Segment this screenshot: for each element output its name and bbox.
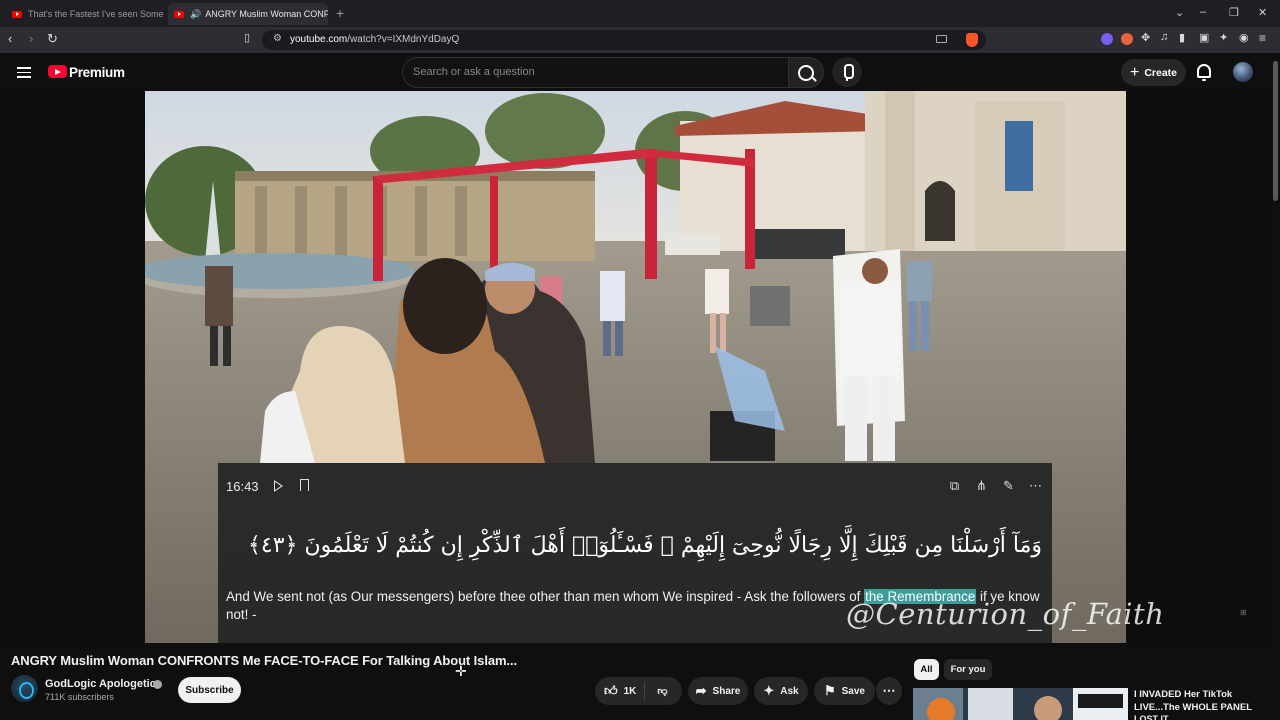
account-avatar[interactable] [1233, 62, 1253, 82]
save-button[interactable]: ⚑ Save [814, 677, 875, 705]
video-title: ANGRY Muslim Woman CONFRONTS Me FACE-TO-… [11, 653, 517, 668]
bookmark-icon[interactable]: ▯ [244, 31, 250, 44]
site-info-icon[interactable]: ⚙ [273, 33, 282, 44]
media-icon[interactable]: ♫ [1160, 31, 1168, 43]
like-dislike-group: 👍︎ 1K 👎︎ [595, 677, 682, 705]
verse-actions: ⧉ ⋔ ✎ ⋯ [948, 478, 1042, 494]
notifications-bell-icon[interactable] [1197, 64, 1211, 81]
channel-branding-icon[interactable]: ⊞ [1240, 608, 1256, 619]
browser-toolbar: ‹ › ↻ ▯ ⚙ youtube.com/watch?v=IXMdnYdDay… [0, 27, 1280, 53]
wallet-icon[interactable]: ▣ [1199, 31, 1209, 44]
sparkle-icon: ✦ [763, 683, 775, 698]
address-bar[interactable]: ⚙ youtube.com/watch?v=IXMdnYdDayQ [262, 30, 986, 50]
channel-watermark: @Centurion_of_Faith [846, 597, 1165, 631]
recommended-title-line2[interactable]: LOST IT [1134, 714, 1169, 720]
voice-search-icon[interactable] [832, 57, 862, 87]
ask-button[interactable]: ✦ Ask [754, 677, 808, 705]
vpn-icon[interactable]: ◉ [1239, 31, 1249, 44]
youtube-premium-logo[interactable]: Premium [69, 65, 125, 80]
subscribe-button[interactable]: Subscribe [178, 677, 241, 703]
youtube-header: Premium Search or ask a question + Creat… [0, 53, 1280, 91]
recommended-thumbnail[interactable] [913, 688, 1128, 720]
edit-icon[interactable]: ✎ [1002, 478, 1015, 494]
thumbs-down-icon: 👎︎ [657, 686, 668, 697]
extensions-puzzle-icon[interactable]: ✥ [1141, 31, 1150, 44]
mouse-cursor-icon: ✛ [455, 663, 467, 679]
channel-name[interactable]: GodLogic Apologetics [45, 678, 162, 690]
like-button[interactable]: 👍︎ 1K [595, 682, 646, 700]
thumbs-up-icon: 👍︎ [604, 683, 618, 698]
new-tab-button[interactable]: + [336, 5, 344, 21]
extension-icon[interactable] [1101, 33, 1113, 45]
plus-icon: + [1129, 63, 1140, 81]
subscriber-count: 711K subscribers [45, 692, 114, 702]
menu-icon[interactable]: ≡ [1259, 31, 1266, 45]
page-scrollbar[interactable] [1271, 53, 1280, 720]
dislike-button[interactable]: 👎︎ [645, 685, 679, 697]
back-icon[interactable]: ‹ [8, 31, 12, 46]
bookmark-icon: ⚑ [823, 683, 836, 698]
copy-icon[interactable]: ⧉ [948, 478, 961, 494]
chip-all[interactable]: All [914, 659, 939, 680]
share-arrow-icon: ➦ [695, 683, 707, 698]
search-input[interactable]: Search or ask a question [402, 57, 788, 88]
verse-timestamp: 16:43 [226, 479, 259, 494]
maximize-button[interactable]: ❐ [1229, 6, 1239, 19]
tab-title: ANGRY Muslim Woman CONFRONTS [205, 9, 328, 19]
arabic-verse: وَمَآ أَرْسَلْنَا مِن قَبْلِكَ إِلَّا رِ… [248, 533, 1042, 558]
audio-playing-icon[interactable]: 🔊 [190, 9, 201, 20]
create-button[interactable]: + Create [1121, 59, 1186, 86]
channel-avatar[interactable] [11, 675, 38, 702]
browser-tab-active[interactable]: 🔊 ANGRY Muslim Woman CONFRONTS × [168, 3, 328, 25]
create-label: Create [1144, 66, 1178, 79]
share-icon[interactable]: ⋔ [975, 478, 988, 494]
sidebar-icon[interactable]: ▮ [1179, 31, 1185, 44]
brave-shields-icon[interactable] [966, 33, 978, 47]
recommended-title[interactable]: I INVADED Her TikTok LIVE...The WHOLE PA… [1134, 688, 1264, 714]
leo-ai-icon[interactable]: ✦ [1219, 31, 1228, 44]
share-button[interactable]: ➦ Share [688, 677, 748, 705]
extension-icon[interactable] [1121, 33, 1133, 45]
hamburger-menu-icon[interactable] [17, 67, 31, 78]
window-close-button[interactable]: ✕ [1258, 6, 1267, 19]
verified-badge-icon [153, 680, 162, 689]
like-count: 1K [623, 685, 637, 697]
more-actions-button[interactable]: ⋯ [876, 677, 902, 705]
youtube-favicon-icon [174, 10, 184, 18]
browser-tab-strip: That's the Fastest I've seen Someone 🔊 A… [0, 0, 1280, 27]
reload-icon[interactable]: ↻ [47, 31, 58, 47]
browser-tab[interactable]: That's the Fastest I've seen Someone [6, 3, 164, 25]
cast-icon[interactable] [936, 35, 947, 43]
youtube-logo-icon[interactable] [48, 65, 67, 78]
url-text: youtube.com/watch?v=IXMdnYdDayQ [290, 34, 460, 45]
play-verse-icon[interactable] [274, 480, 283, 492]
more-options-icon[interactable]: ⋯ [1029, 478, 1042, 494]
youtube-favicon-icon [12, 10, 22, 18]
minimize-button[interactable]: – [1200, 6, 1206, 18]
forward-icon[interactable]: › [29, 31, 33, 46]
search-placeholder: Search or ask a question [413, 66, 535, 78]
bookmark-icon[interactable] [300, 479, 309, 491]
chip-for-you[interactable]: For you [944, 659, 992, 680]
tab-title: That's the Fastest I've seen Someone [28, 9, 164, 19]
search-button[interactable] [788, 57, 824, 88]
tab-search-icon[interactable]: ⌄ [1175, 6, 1184, 19]
